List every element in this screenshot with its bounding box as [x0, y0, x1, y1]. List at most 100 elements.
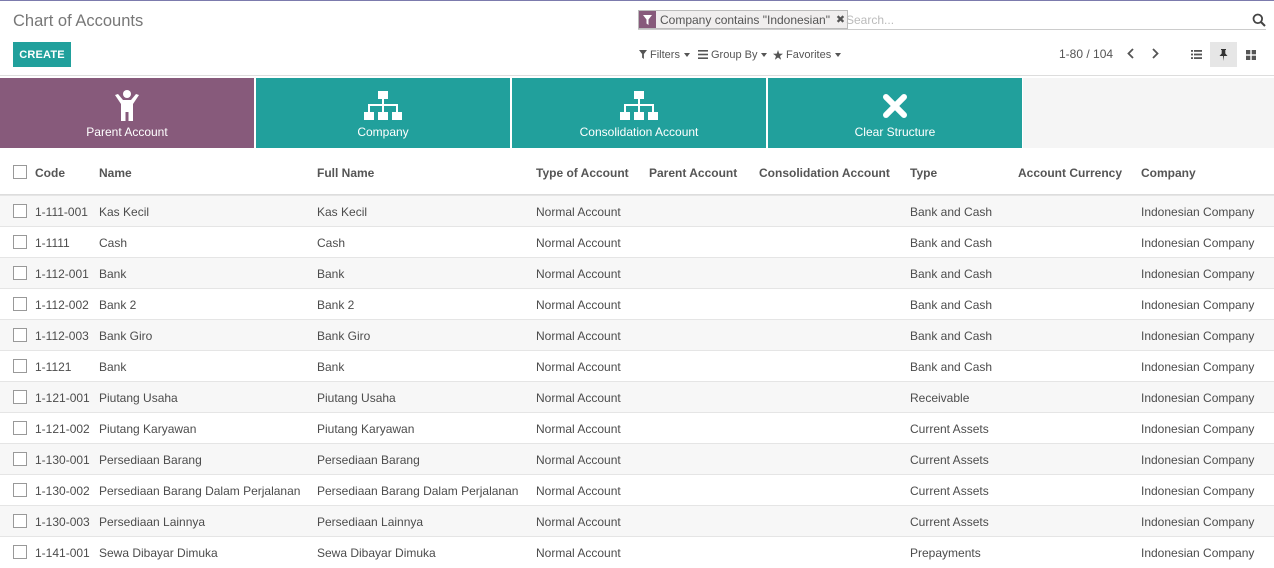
cell-name: Sewa Dibayar Dimuka: [99, 546, 218, 560]
search-bar: Company contains "Indonesian" ✖: [638, 10, 1266, 30]
table-row[interactable]: 1-111-001 Kas Kecil Kas Kecil Normal Accoun…: [0, 195, 1274, 226]
filters-label: Filters: [650, 48, 680, 61]
cell-code: 1-112-002: [35, 298, 89, 312]
favorites-button[interactable]: Favorites: [773, 47, 842, 62]
row-checkbox[interactable]: [13, 483, 27, 497]
clear-structure-label: Clear Structure: [854, 125, 936, 139]
person-icon: [114, 90, 140, 122]
row-checkbox[interactable]: [13, 514, 27, 528]
cell-account-type: Normal Account: [536, 484, 621, 498]
cell-account-type: Normal Account: [536, 391, 621, 405]
cell-company: Indonesian Company: [1141, 360, 1255, 374]
table-row[interactable]: 1-1121 Bank Bank Normal Account Bank and Cas…: [0, 350, 1274, 381]
row-checkbox[interactable]: [13, 266, 27, 280]
cell-full-name: Bank: [317, 267, 345, 281]
cell-account-type: Normal Account: [536, 298, 621, 312]
cell-full-name: Kas Kecil: [317, 205, 368, 219]
cell-name: Persediaan Lainnya: [99, 515, 206, 529]
table-row[interactable]: 1-141-001 Sewa Dibayar Dimuka Sewa Dibayar…: [0, 536, 1274, 567]
select-all-checkbox[interactable]: [13, 165, 27, 179]
cell-company: Indonesian Company: [1141, 453, 1255, 467]
cell-full-name: Sewa Dibayar Dimuka: [317, 546, 436, 560]
column-header-consolidation-account[interactable]: Consolidation Account: [759, 166, 890, 180]
cell-code: 1-130-003: [35, 515, 90, 529]
table-row[interactable]: 1-112-002 Bank 2 Bank 2 Normal Account Bank …: [0, 288, 1274, 319]
search-input[interactable]: [846, 11, 1236, 28]
row-checkbox[interactable]: [13, 297, 27, 311]
cell-type: Current Assets: [910, 484, 989, 498]
cell-code: 1-1111: [35, 236, 70, 250]
group-by-button[interactable]: Group By: [698, 47, 768, 62]
cell-name: Piutang Usaha: [99, 391, 178, 405]
filter-icon: [639, 11, 656, 28]
table-row[interactable]: 1-130-001 Persediaan Barang Persediaan Bar…: [0, 443, 1274, 474]
search-icon[interactable]: [1252, 13, 1266, 27]
column-header-code[interactable]: Code: [35, 166, 65, 180]
create-button[interactable]: CREATE: [13, 42, 71, 67]
table-row[interactable]: 1-121-002 Piutang Karyawan Piutang Karyawa…: [0, 412, 1274, 443]
cell-type: Bank and Cash: [910, 329, 993, 343]
column-header-type[interactable]: Type: [910, 166, 937, 180]
cell-full-name: Cash: [317, 236, 346, 250]
cell-type: Bank and Cash: [910, 205, 993, 219]
column-header-company[interactable]: Company: [1141, 166, 1196, 180]
column-header-name[interactable]: Name: [99, 166, 132, 180]
cell-name: Kas Kecil: [99, 205, 150, 219]
parent-account-button[interactable]: Parent Account: [0, 78, 254, 148]
cell-name: Bank Giro: [99, 329, 153, 343]
cell-account-type: Normal Account: [536, 546, 621, 560]
kanban-view-button[interactable]: [1237, 42, 1264, 67]
hierarchy-icon: [620, 90, 658, 122]
row-checkbox[interactable]: [13, 545, 27, 559]
list-view-button[interactable]: [1183, 42, 1210, 67]
pager-value[interactable]: 1-80 / 104: [1059, 47, 1113, 61]
cell-type: Prepayments: [910, 546, 981, 560]
cell-name: Cash: [99, 236, 128, 250]
row-checkbox[interactable]: [13, 359, 27, 373]
row-checkbox[interactable]: [13, 235, 27, 249]
list-icon: [698, 50, 708, 59]
cell-account-type: Normal Account: [536, 205, 621, 219]
cell-account-type: Normal Account: [536, 360, 621, 374]
column-header-type-of-account[interactable]: Type of Account: [536, 166, 629, 180]
cell-name: Bank: [99, 360, 127, 374]
column-header-full-name[interactable]: Full Name: [317, 166, 374, 180]
chevron-left-icon: [1126, 47, 1134, 59]
filters-button[interactable]: Filters: [639, 47, 690, 62]
hierarchy-icon: [364, 90, 402, 122]
cell-account-type: Normal Account: [536, 422, 621, 436]
cell-company: Indonesian Company: [1141, 546, 1255, 560]
table-row[interactable]: 1-1111 Cash Cash Normal Account Bank and Cas…: [0, 226, 1274, 257]
table-row[interactable]: 1-112-001 Bank Bank Normal Account Bank and …: [0, 257, 1274, 288]
cell-full-name: Persediaan Barang: [317, 453, 420, 467]
cell-account-type: Normal Account: [536, 267, 621, 281]
cell-type: Current Assets: [910, 453, 989, 467]
cell-company: Indonesian Company: [1141, 236, 1255, 250]
consolidation-account-button[interactable]: Consolidation Account: [512, 78, 766, 148]
row-checkbox[interactable]: [13, 390, 27, 404]
row-checkbox[interactable]: [13, 204, 27, 218]
cell-type: Bank and Cash: [910, 267, 993, 281]
table-row[interactable]: 1-130-003 Persediaan Lainnya Persediaan La…: [0, 505, 1274, 536]
clear-structure-button[interactable]: Clear Structure: [768, 78, 1022, 148]
cell-full-name: Bank 2: [317, 298, 355, 312]
cell-type: Current Assets: [910, 422, 989, 436]
cell-code: 1-130-001: [35, 453, 90, 467]
pager-next-button[interactable]: [1148, 45, 1162, 61]
control-panel: Chart of Accounts CREATE Company contain…: [0, 0, 1274, 76]
cell-code: 1-121-001: [35, 391, 90, 405]
table-row[interactable]: 1-121-001 Piutang Usaha Piutang Usaha Norma…: [0, 381, 1274, 412]
row-checkbox[interactable]: [13, 452, 27, 466]
row-checkbox[interactable]: [13, 421, 27, 435]
row-checkbox[interactable]: [13, 328, 27, 342]
column-header-parent-account[interactable]: Parent Account: [649, 166, 737, 180]
tree-view-button[interactable]: [1210, 42, 1237, 67]
group-by-label: Group By: [711, 48, 758, 61]
column-header-account-currency[interactable]: Account Currency: [1018, 166, 1122, 180]
table-row[interactable]: 1-112-003 Bank Giro Bank Giro Normal Accoun…: [0, 319, 1274, 350]
table-row[interactable]: 1-130-002 Persediaan Barang Dalam Perjala…: [0, 474, 1274, 505]
pager-previous-button[interactable]: [1123, 45, 1137, 61]
caret-down-icon: [835, 52, 842, 57]
company-button[interactable]: Company: [256, 78, 510, 148]
cell-name: Persediaan Barang: [99, 453, 202, 467]
